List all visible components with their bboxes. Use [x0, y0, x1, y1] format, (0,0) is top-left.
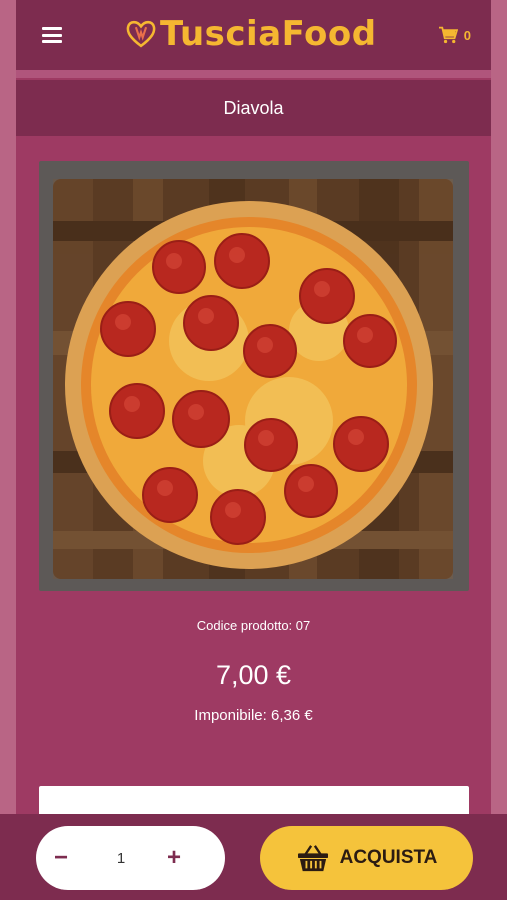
shopping-cart-icon [438, 26, 458, 44]
product-taxable-amount: Imponibile: 6,36 € [194, 707, 313, 724]
quantity-value: 1 [116, 849, 126, 867]
page-margin-right [491, 0, 507, 900]
quantity-stepper: − 1 + [36, 826, 225, 890]
product-title: Diavola [16, 80, 491, 136]
increase-quantity-button[interactable]: + [149, 826, 199, 890]
top-navbar: TusciaFood 0 [16, 0, 491, 70]
basket-icon [297, 845, 328, 872]
product-image [39, 161, 469, 591]
heart-icon [126, 20, 156, 48]
hamburger-menu-icon[interactable] [42, 27, 62, 43]
product-code: Codice prodotto: 07 [196, 618, 311, 633]
header-divider [16, 70, 491, 78]
buy-button[interactable]: ACQUISTA [260, 826, 473, 890]
cart-count-badge: 0 [463, 27, 471, 43]
app-frame: TusciaFood 0 Diavola Codice prodotto: 07… [16, 0, 491, 900]
product-price: 7,00 € [215, 660, 292, 690]
decrease-quantity-button[interactable]: − [36, 826, 86, 890]
brand-logo[interactable]: TusciaFood [124, 14, 377, 54]
buy-button-label: ACQUISTA [339, 847, 438, 868]
page-margin-left [0, 0, 16, 900]
brand-name: TusciaFood [160, 14, 377, 54]
cart-button[interactable]: 0 [438, 26, 471, 44]
